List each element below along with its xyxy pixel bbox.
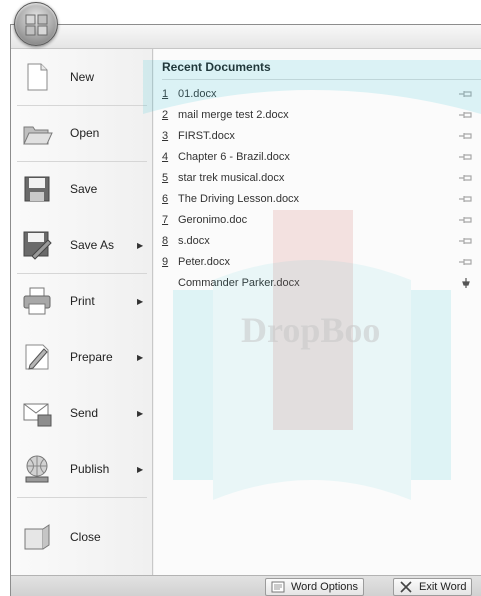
recent-number: 8 xyxy=(162,235,169,247)
word-options-button[interactable]: Word Options xyxy=(265,578,365,596)
recent-number: 7 xyxy=(162,214,169,226)
recent-document-item[interactable]: 3 FIRST.docx xyxy=(162,126,481,146)
recent-document-item[interactable]: 2 mail merge test 2.docx xyxy=(162,105,481,125)
unpinned-pin-icon[interactable] xyxy=(458,172,474,184)
close-command[interactable]: Close xyxy=(11,509,152,565)
recent-document-item[interactable]: 8 s.docx xyxy=(162,231,481,251)
recent-document-item[interactable]: 1 01.docx xyxy=(162,84,481,104)
recent-document-item[interactable]: 6 The Driving Lesson.docx xyxy=(162,189,481,209)
publish-icon xyxy=(25,455,49,483)
submenu-arrow-icon: ▶ xyxy=(137,352,144,362)
printer-icon xyxy=(23,287,51,315)
recent-document-name: Commander Parker.docx xyxy=(178,277,300,289)
recent-documents-title: Recent Documents xyxy=(162,60,271,74)
prepare-command[interactable]: Prepare ▶ xyxy=(11,329,152,385)
prepare-label: Prepare xyxy=(70,350,113,364)
save-disk-icon xyxy=(24,176,50,202)
submenu-arrow-icon: ▶ xyxy=(137,296,144,306)
publish-command[interactable]: Publish ▶ xyxy=(11,441,152,497)
recent-document-name: FIRST.docx xyxy=(178,130,235,142)
send-label: Send xyxy=(70,406,99,420)
menu-top-strip xyxy=(11,25,481,49)
submenu-arrow-icon: ▶ xyxy=(137,240,144,250)
word-options-icon xyxy=(271,581,285,593)
recent-document-item[interactable]: 7 Geronimo.doc xyxy=(162,210,481,230)
save-as-icon xyxy=(23,231,52,260)
close-document-icon xyxy=(24,524,50,550)
pinned-pin-icon[interactable] xyxy=(458,277,474,289)
recent-number: 3 xyxy=(162,130,169,142)
unpinned-pin-icon[interactable] xyxy=(458,151,474,163)
recent-number: 6 xyxy=(162,193,169,205)
recent-documents-panel: Recent Documents 1 01.docx 2 mail merge … xyxy=(154,49,481,575)
print-command[interactable]: Print ▶ xyxy=(11,273,152,329)
recent-document-name: star trek musical.docx xyxy=(178,172,285,184)
submenu-arrow-icon: ▶ xyxy=(137,408,144,418)
recent-number: 4 xyxy=(162,151,169,163)
recent-number: 9 xyxy=(162,256,169,268)
unpinned-pin-icon[interactable] xyxy=(458,214,474,226)
send-command[interactable]: Send ▶ xyxy=(11,385,152,441)
recent-document-name: mail merge test 2.docx xyxy=(178,109,289,121)
open-label: Open xyxy=(70,126,100,140)
recent-number: 1 xyxy=(162,88,169,100)
save-label: Save xyxy=(70,182,98,196)
unpinned-pin-icon[interactable] xyxy=(458,256,474,268)
recent-document-item-pinned[interactable]: Commander Parker.docx xyxy=(162,273,481,293)
word-options-label: Word Options xyxy=(291,581,359,593)
new-document-icon xyxy=(27,63,48,91)
close-label: Close xyxy=(70,530,101,544)
print-label: Print xyxy=(70,294,95,308)
recent-document-name: Chapter 6 - Brazil.docx xyxy=(178,151,290,163)
open-command[interactable]: Open xyxy=(11,105,152,161)
office-logo-icon xyxy=(25,14,48,36)
unpinned-pin-icon[interactable] xyxy=(458,235,474,247)
recent-document-name: Geronimo.doc xyxy=(178,214,248,226)
save-as-command[interactable]: Save As ▶ xyxy=(11,217,152,273)
recent-document-item[interactable]: 9 Peter.docx xyxy=(162,252,481,272)
command-list: New Open Save Save As ▶ Print ▶ Prepare … xyxy=(11,49,153,575)
exit-x-icon xyxy=(400,581,412,593)
unpinned-pin-icon[interactable] xyxy=(458,88,474,100)
save-command[interactable]: Save xyxy=(11,161,152,217)
publish-label: Publish xyxy=(70,462,110,476)
unpinned-pin-icon[interactable] xyxy=(458,130,474,142)
recent-document-name: The Driving Lesson.docx xyxy=(178,193,300,205)
prepare-icon xyxy=(25,344,49,370)
unpinned-pin-icon[interactable] xyxy=(458,193,474,205)
recent-document-item[interactable]: 5 star trek musical.docx xyxy=(162,168,481,188)
exit-word-button[interactable]: Exit Word xyxy=(393,578,473,596)
new-command[interactable]: New xyxy=(11,49,152,105)
recent-document-name: 01.docx xyxy=(178,88,217,100)
submenu-arrow-icon: ▶ xyxy=(137,464,144,474)
recent-document-item[interactable]: 4 Chapter 6 - Brazil.docx xyxy=(162,147,481,167)
exit-word-label: Exit Word xyxy=(419,581,467,593)
recent-number: 5 xyxy=(162,172,169,184)
recent-number: 2 xyxy=(162,109,169,121)
divider xyxy=(162,79,481,80)
new-label: New xyxy=(70,70,95,84)
office-button[interactable] xyxy=(14,2,58,46)
divider xyxy=(17,497,147,498)
recent-document-name: s.docx xyxy=(178,235,210,247)
send-icon xyxy=(23,403,52,427)
unpinned-pin-icon[interactable] xyxy=(458,109,474,121)
recent-document-name: Peter.docx xyxy=(178,256,230,268)
save-as-label: Save As xyxy=(70,238,115,252)
open-folder-icon xyxy=(23,126,53,145)
office-menu: New Open Save Save As ▶ Print ▶ Prepare … xyxy=(10,24,481,596)
menu-bottom-bar: Word Options Exit Word xyxy=(11,575,481,596)
